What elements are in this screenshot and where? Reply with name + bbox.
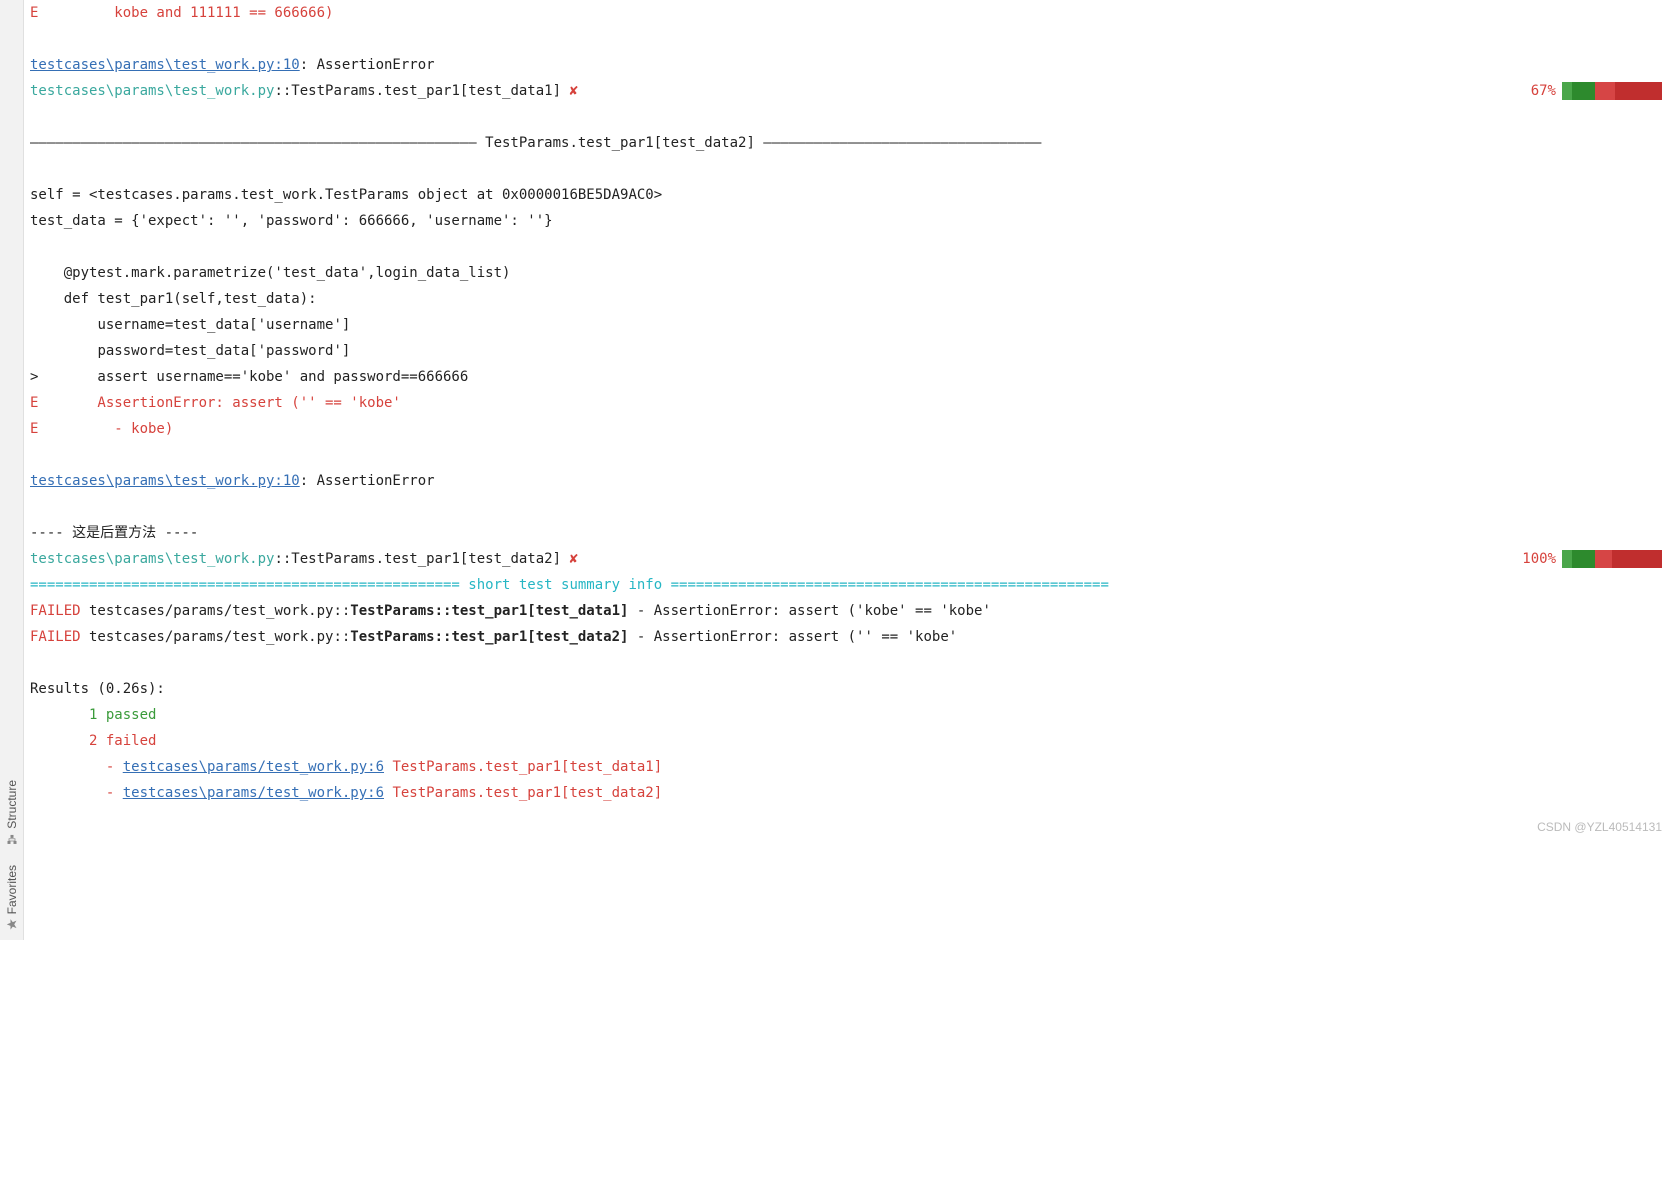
error-line: E AssertionError: assert ('' == 'kobe' xyxy=(30,395,401,411)
results-failed: 2 failed xyxy=(30,733,156,749)
test-name: TestParams.test_par1[test_data1] xyxy=(291,83,561,99)
fail-mark-icon: ✘ xyxy=(561,551,578,567)
file-link[interactable]: testcases\params/test_work.py:6 xyxy=(123,759,384,775)
fail-test-name: TestParams::test_par1[test_data2] xyxy=(350,629,628,645)
progress-bar xyxy=(1562,550,1662,568)
teardown-note: ---- 这是后置方法 ---- xyxy=(30,525,198,541)
structure-icon xyxy=(6,833,18,845)
error-line: E - kobe) xyxy=(30,421,173,437)
fail-reason: - AssertionError: assert ('kobe' == 'kob… xyxy=(628,603,990,619)
failed-label: FAILED xyxy=(30,603,81,619)
results-header: Results (0.26s): xyxy=(30,681,165,697)
result-test-name: TestParams.test_par1[test_data2] xyxy=(384,785,662,801)
file-link[interactable]: testcases\params\test_work.py:10 xyxy=(30,57,300,73)
results-passed: 1 passed xyxy=(30,707,156,723)
progress-percent: 67% xyxy=(1531,78,1556,104)
fail-path: testcases/params/test_work.py:: xyxy=(81,629,351,645)
code-line: > assert username=='kobe' and password==… xyxy=(30,369,468,385)
test-path: testcases\params\test_work.py xyxy=(30,83,274,99)
file-link[interactable]: testcases\params/test_work.py:6 xyxy=(123,785,384,801)
code-line: self = <testcases.params.test_work.TestP… xyxy=(30,187,662,203)
test-path: testcases\params\test_work.py xyxy=(30,551,274,567)
sidebar-favorites-label: Favorites xyxy=(0,865,25,914)
code-line: @pytest.mark.parametrize('test_data',log… xyxy=(30,265,510,281)
fail-reason: - AssertionError: assert ('' == 'kobe' xyxy=(628,629,957,645)
file-link[interactable]: testcases\params\test_work.py:10 xyxy=(30,473,300,489)
code-line: def test_par1(self,test_data): xyxy=(30,291,317,307)
error-type: : AssertionError xyxy=(300,473,435,489)
test-section-header: ――――――――――――――――――――――――――――――――――――――――… xyxy=(30,135,1041,151)
sidebar-tab-structure[interactable]: Structure xyxy=(0,770,27,855)
test-result-row: testcases\params\test_work.py::TestParam… xyxy=(30,546,1662,572)
progress-bar xyxy=(1562,82,1662,100)
progress-percent: 100% xyxy=(1522,546,1556,572)
test-result-row: testcases\params\test_work.py::TestParam… xyxy=(30,78,1662,104)
result-test-name: TestParams.test_par1[test_data1] xyxy=(384,759,662,775)
test-name: TestParams.test_par1[test_data2] xyxy=(291,551,561,567)
code-line: password=test_data['password'] xyxy=(30,343,350,359)
code-line: username=test_data['username'] xyxy=(30,317,350,333)
error-line: E kobe and 111111 == 666666) xyxy=(30,5,333,21)
result-dash: - xyxy=(30,785,123,801)
failed-label: FAILED xyxy=(30,629,81,645)
sidebar-tab-favorites[interactable]: Favorites xyxy=(0,855,27,940)
result-dash: - xyxy=(30,759,123,775)
separator: :: xyxy=(274,83,291,99)
fail-mark-icon: ✘ xyxy=(561,83,578,99)
console-output[interactable]: E kobe and 111111 == 666666) testcases\p… xyxy=(24,0,1668,940)
star-icon xyxy=(6,918,18,930)
fail-path: testcases/params/test_work.py:: xyxy=(81,603,351,619)
code-line: test_data = {'expect': '', 'password': 6… xyxy=(30,213,553,229)
tool-window-sidebar: Structure Favorites xyxy=(0,0,24,940)
watermark: CSDN @YZL40514131 xyxy=(1537,814,1662,840)
summary-divider: ========================================… xyxy=(30,577,1109,593)
sidebar-structure-label: Structure xyxy=(0,780,25,829)
fail-test-name: TestParams::test_par1[test_data1] xyxy=(350,603,628,619)
error-type: : AssertionError xyxy=(300,57,435,73)
separator: :: xyxy=(274,551,291,567)
